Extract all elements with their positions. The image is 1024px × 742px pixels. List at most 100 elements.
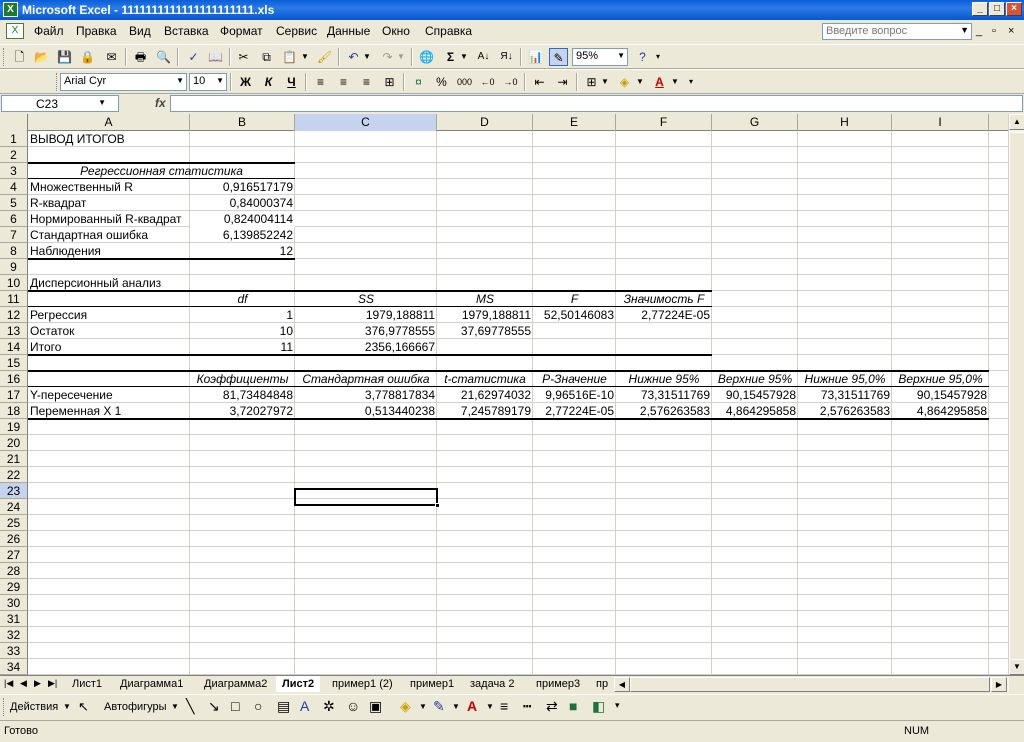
row-header-29[interactable]: 29	[0, 579, 28, 595]
menu-window[interactable]: Окно	[382, 24, 410, 38]
format-painter-icon[interactable]: 🖌	[315, 48, 334, 66]
sheet-tab-example1-2[interactable]: пример1 (2)	[326, 676, 399, 692]
borders-icon[interactable]: ⊞	[582, 73, 601, 91]
row-header-16[interactable]: 16	[0, 371, 28, 387]
clipart-icon[interactable]: ☺	[346, 698, 360, 714]
open-icon[interactable]: 📂	[32, 48, 51, 66]
font-select[interactable]: Arial Cyr ▼	[60, 73, 187, 91]
cell-d13[interactable]: 37,69778555	[437, 323, 533, 339]
doc-minimize-button[interactable]: _	[976, 25, 982, 37]
vertical-scrollbar[interactable]: ▲ ▼	[1008, 114, 1024, 675]
fill-color-draw-icon[interactable]: ◈	[400, 698, 411, 715]
scroll-up-icon[interactable]: ▲	[1009, 114, 1024, 130]
sheet-tab-task2[interactable]: задача 2	[464, 676, 520, 692]
maximize-button[interactable]: □	[989, 2, 1005, 16]
cell-b11[interactable]: df	[190, 291, 295, 307]
cell-c18[interactable]: 0,513440238	[295, 403, 437, 419]
cell-d17[interactable]: 21,62974032	[437, 387, 533, 403]
cell-b8[interactable]: 12	[190, 243, 295, 259]
menu-file[interactable]: Файл	[34, 24, 64, 38]
select-objects-icon[interactable]: ↖	[78, 699, 89, 715]
cell-a8[interactable]: Наблюдения	[28, 243, 103, 259]
help-icon[interactable]: ?	[633, 48, 652, 66]
cell-h16[interactable]: Нижние 95,0%	[798, 371, 892, 387]
scroll-thumb[interactable]	[1009, 132, 1024, 662]
cell-a6[interactable]: Нормированный R-квадрат	[28, 211, 190, 227]
sort-ascending-icon[interactable]: A↓	[474, 48, 493, 66]
row-header-23[interactable]: 23	[0, 483, 28, 499]
column-header-a[interactable]: A	[28, 114, 190, 131]
column-header-d[interactable]: D	[437, 114, 533, 131]
sheet-tab-list2[interactable]: Лист2	[276, 676, 321, 692]
cell-b13[interactable]: 10	[190, 323, 295, 339]
row-header-30[interactable]: 30	[0, 595, 28, 611]
row-header-19[interactable]: 19	[0, 419, 28, 435]
row-header-5[interactable]: 5	[0, 195, 28, 211]
format-toolbar-grip[interactable]	[56, 73, 59, 91]
row-header-6[interactable]: 6	[0, 211, 28, 227]
arrow-icon[interactable]: ↘	[208, 698, 220, 715]
cell-a13[interactable]: Остаток	[28, 323, 76, 339]
menu-view[interactable]: Вид	[129, 24, 151, 38]
cell-c11[interactable]: SS	[295, 291, 437, 307]
fill-draw-dropdown-icon[interactable]: ▼	[419, 702, 427, 711]
cell-a4[interactable]: Множественный R	[28, 179, 135, 195]
drawing-toggle-icon[interactable]: ✎	[549, 48, 568, 66]
spelling-icon[interactable]: ✓	[184, 48, 203, 66]
sheet-tab-example1[interactable]: пример1	[404, 676, 460, 692]
scroll-left-icon[interactable]: ◀	[614, 677, 630, 692]
cell-b17[interactable]: 81,73484848	[190, 387, 295, 403]
name-box-dropdown-icon[interactable]: ▼	[98, 98, 106, 107]
row-header-28[interactable]: 28	[0, 563, 28, 579]
underline-button[interactable]: Ч	[282, 73, 301, 91]
scroll-right-icon[interactable]: ▶	[991, 677, 1007, 692]
worksheet-grid[interactable]: A B C D E F G H I 1 2 3 4 5 6 7 8 9 10 11 12 13 14 15 1…	[0, 114, 1008, 675]
line-icon[interactable]: ╲	[186, 698, 194, 715]
menu-edit[interactable]: Правка	[76, 24, 117, 38]
email-icon[interactable]: ✉	[102, 48, 121, 66]
menu-help[interactable]: Справка	[425, 24, 472, 38]
sheet-tab-list1[interactable]: Лист1	[66, 676, 108, 692]
column-header-g[interactable]: G	[712, 114, 798, 131]
cell-e12[interactable]: 52,50146083	[533, 307, 616, 323]
row-header-11[interactable]: 11	[0, 291, 28, 307]
column-header-b[interactable]: B	[190, 114, 295, 131]
column-header-c[interactable]: C	[295, 114, 437, 131]
cell-b14[interactable]: 11	[190, 339, 295, 355]
cell-b16[interactable]: Коэффициенты	[190, 371, 295, 387]
save-icon[interactable]: 💾	[55, 48, 74, 66]
row-header-18[interactable]: 18	[0, 403, 28, 419]
autoshapes-menu[interactable]: Автофигуры	[104, 701, 167, 713]
autoshapes-dropdown-icon[interactable]: ▼	[171, 702, 179, 711]
line-color-dropdown-icon[interactable]: ▼	[452, 702, 460, 711]
cell-c16[interactable]: Стандартная ошибка	[295, 371, 437, 387]
cell-b12[interactable]: 1	[190, 307, 295, 323]
cell-a1[interactable]: ВЫВОД ИТОГОВ	[28, 131, 127, 147]
minimize-button[interactable]: _	[972, 2, 988, 16]
row-header-10[interactable]: 10	[0, 275, 28, 291]
cell-i17[interactable]: 90,15457928	[892, 387, 989, 403]
cell-i16[interactable]: Верхние 95,0%	[892, 371, 989, 387]
row-header-14[interactable]: 14	[0, 339, 28, 355]
row-header-27[interactable]: 27	[0, 547, 28, 563]
permission-icon[interactable]: 🔒	[78, 48, 97, 66]
3d-icon[interactable]: ◧	[592, 698, 605, 715]
sheet-tab-example3[interactable]: пример3	[530, 676, 586, 692]
cell-f18[interactable]: 2,576263583	[616, 403, 712, 419]
cell-b18[interactable]: 3,72027972	[190, 403, 295, 419]
row-header-4[interactable]: 4	[0, 179, 28, 195]
undo-dropdown-icon[interactable]: ▼	[362, 48, 372, 66]
cell-c13[interactable]: 376,9778555	[295, 323, 437, 339]
cell-h17[interactable]: 73,31511769	[798, 387, 892, 403]
column-header-h[interactable]: H	[798, 114, 892, 131]
research-icon[interactable]: 📖	[206, 48, 225, 66]
chart-wizard-icon[interactable]: 📊	[526, 48, 545, 66]
format-toolbar-options-icon[interactable]: ▾	[686, 73, 696, 91]
cell-a12[interactable]: Регрессия	[28, 307, 89, 323]
hyperlink-icon[interactable]: 🌐	[417, 48, 436, 66]
prev-sheet-icon[interactable]: ◀	[20, 678, 27, 689]
cell-d12[interactable]: 1979,188811	[437, 307, 533, 323]
row-header-17[interactable]: 17	[0, 387, 28, 403]
excel-icon[interactable]: X	[3, 2, 18, 17]
cell-c14[interactable]: 2356,166667	[295, 339, 437, 355]
